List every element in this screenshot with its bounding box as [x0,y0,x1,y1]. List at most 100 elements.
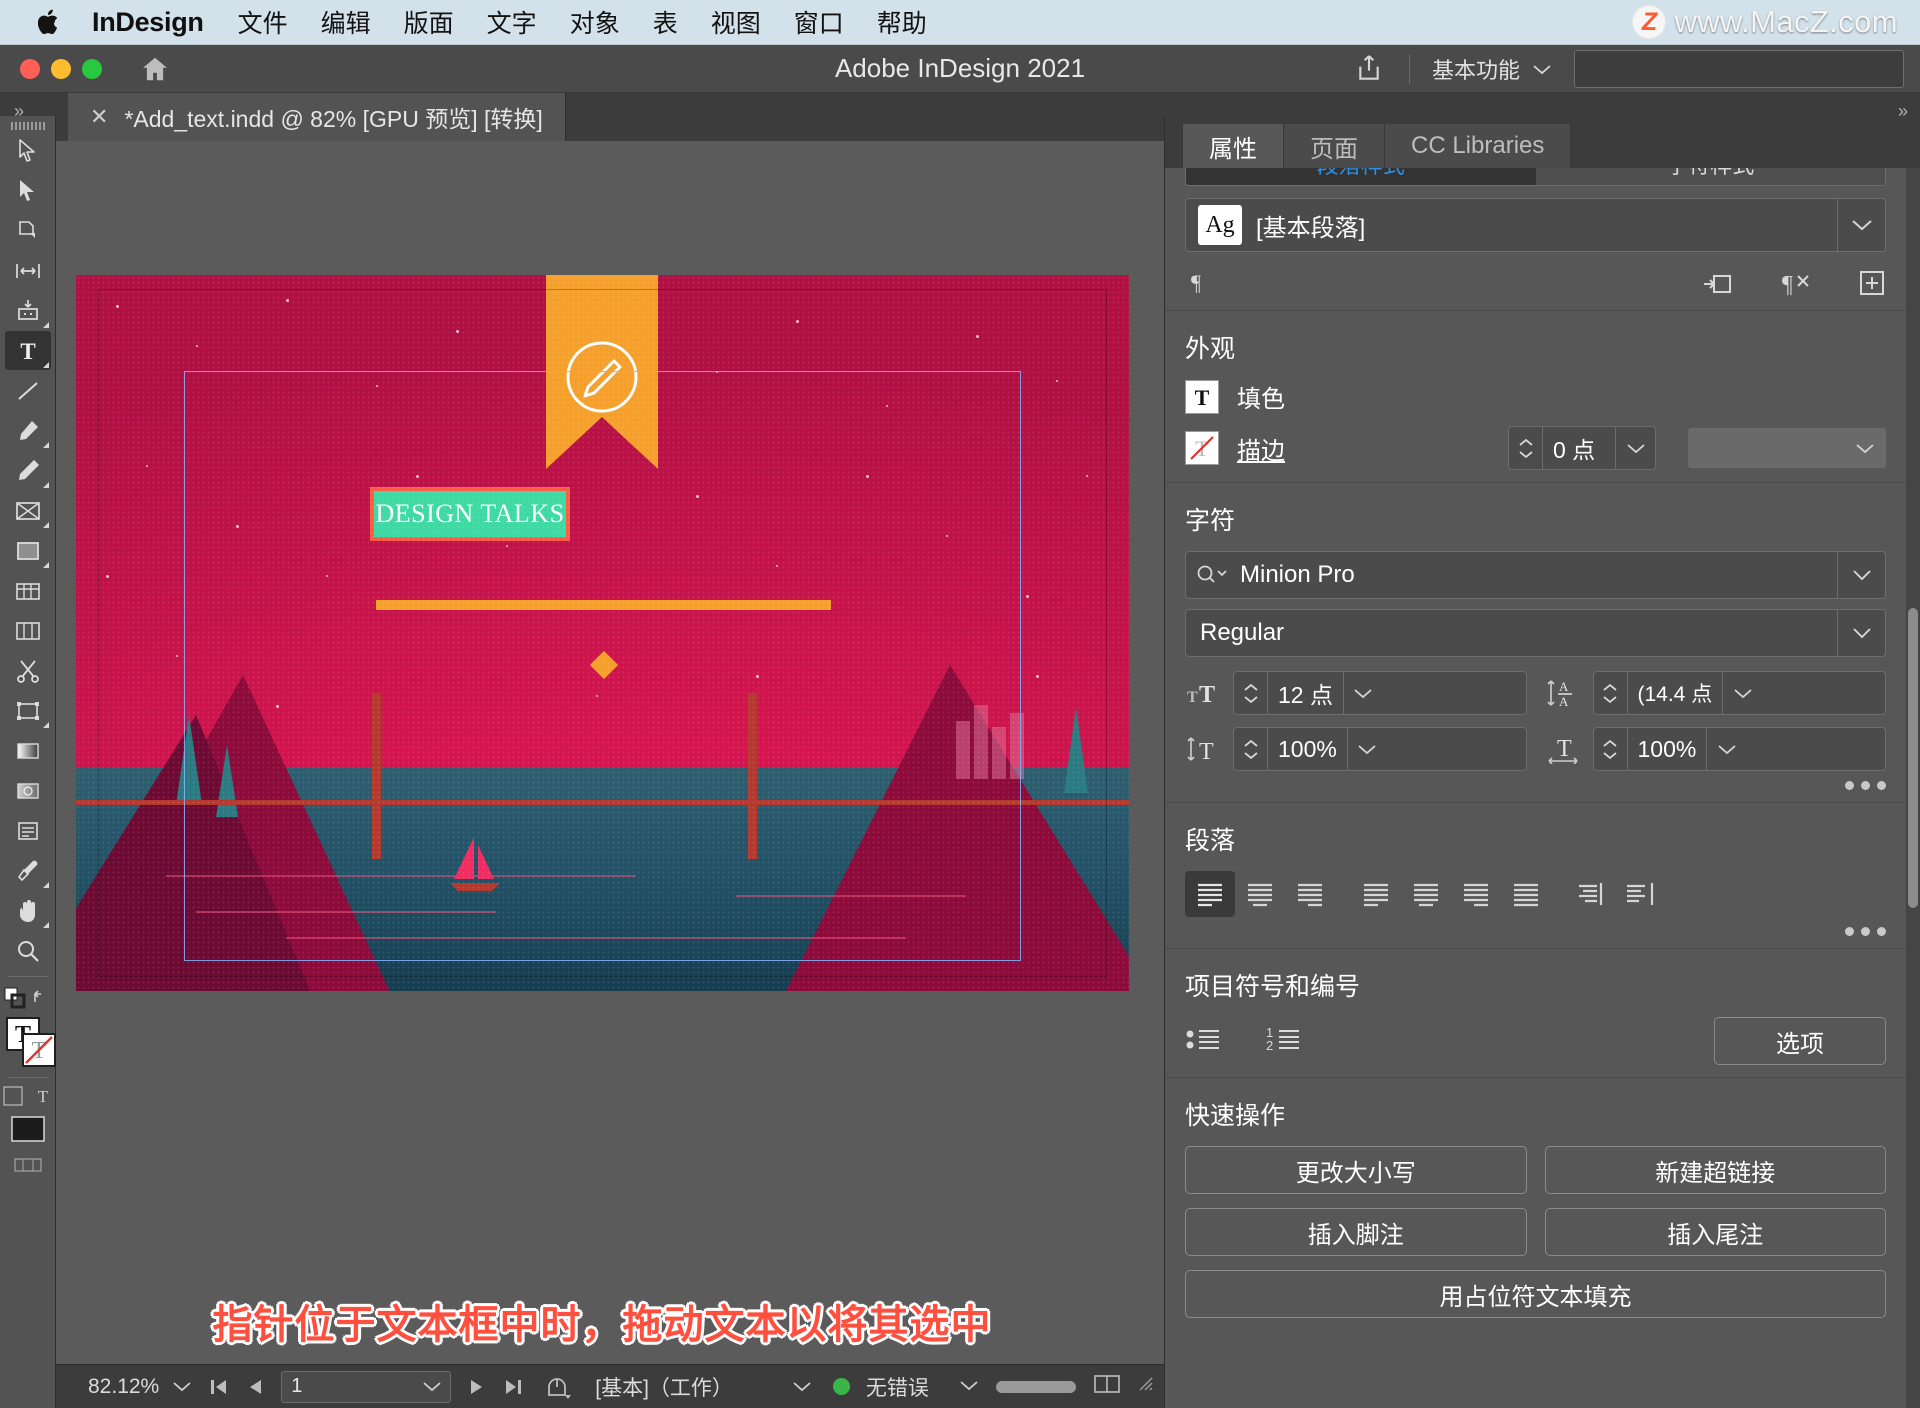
toolbar-grip[interactable] [10,122,45,130]
justify-right-button[interactable] [1451,871,1501,917]
chevron-down-icon[interactable] [1706,728,1746,770]
workspace-selector[interactable]: 基本功能 [1432,53,1552,85]
stroke-swatch[interactable]: T [21,1033,56,1067]
stroke-weight-stepper[interactable]: 0 点 [1508,426,1656,470]
tab-properties[interactable]: 属性 [1183,124,1284,168]
numbered-list-icon[interactable]: 12 [1265,1024,1307,1059]
apple-logo-icon[interactable] [36,7,62,37]
resize-grip-icon[interactable] [1138,1376,1154,1397]
justify-center-button[interactable] [1401,871,1451,917]
align-toward-spine-button[interactable] [1565,871,1615,917]
character-styles-toggle[interactable]: 字符样式 [1535,168,1885,185]
gradient-swatch-tool[interactable] [5,731,51,770]
content-collector-tool[interactable] [5,291,51,330]
menu-app-name[interactable]: InDesign [92,7,204,38]
canvas-horizontal-scroll-thumb[interactable] [996,1380,1076,1393]
direct-selection-tool[interactable] [5,171,51,210]
menu-file[interactable]: 文件 [238,4,288,40]
search-input[interactable] [1574,49,1904,88]
table-tool[interactable] [5,571,51,610]
line-tool[interactable] [5,371,51,410]
chevron-down-icon[interactable] [1342,672,1383,714]
tool-expand-corner[interactable] [42,922,49,928]
stroke-type-dropdown[interactable] [1688,428,1886,468]
selection-tool[interactable] [5,131,51,170]
fill-stroke-swatches[interactable]: T T [2,1015,56,1071]
insert-into-frame-icon[interactable] [1702,268,1734,298]
fill-row[interactable]: T 填色 [1185,379,1886,414]
close-icon[interactable]: ✕ [90,104,108,130]
justify-all-button[interactable] [1501,871,1551,917]
type-tool[interactable]: T [4,331,51,370]
menu-table[interactable]: 表 [653,4,678,40]
vertical-scale-control[interactable]: T 100% [1185,727,1527,771]
document-canvas[interactable]: DESIGN TALKS [56,141,1164,1364]
vertical-scale-stepper[interactable]: 100% [1233,727,1527,771]
tool-expand-corner[interactable] [42,442,49,448]
last-page-button[interactable] [503,1377,523,1397]
stroke-none-icon[interactable]: T [1185,431,1219,465]
gradient-feather-tool[interactable] [5,771,51,810]
stepper-arrows-icon[interactable] [1594,672,1628,714]
new-hyperlink-button[interactable]: 新建超链接 [1544,1146,1886,1194]
home-icon[interactable] [140,54,170,84]
artboard[interactable]: DESIGN TALKS [76,275,1129,991]
chevron-down-icon[interactable] [1837,610,1885,656]
gap-tool[interactable] [5,251,51,290]
align-center-button[interactable] [1235,871,1285,917]
leading-control[interactable]: A A (14.4 点 [1545,671,1886,715]
tool-expand-corner[interactable] [42,362,49,368]
tool-expand-corner[interactable] [42,482,49,488]
change-case-button[interactable]: 更改大小写 [1185,1146,1527,1194]
character-more-options-icon[interactable] [1185,781,1886,790]
paragraph-styles-toggle[interactable]: 段落样式 [1186,168,1536,185]
font-family-combo[interactable]: Minion Pro [1185,551,1886,599]
panel-vertical-scroll-thumb[interactable] [1908,608,1918,908]
chevron-down-icon[interactable] [1346,728,1387,770]
menu-layout[interactable]: 版面 [404,4,454,40]
apply-mode-buttons[interactable]: T [3,1086,53,1106]
menu-object[interactable]: 对象 [570,4,620,40]
align-right-button[interactable] [1285,871,1335,917]
share-icon[interactable] [1353,52,1387,86]
tab-pages[interactable]: 页面 [1284,124,1385,168]
horizontal-scale-stepper[interactable]: 100% [1592,727,1886,771]
preflight-icon[interactable] [545,1375,572,1399]
align-away-spine-button[interactable] [1615,871,1665,917]
font-size-control[interactable]: T T 12 点 [1185,671,1527,715]
first-page-button[interactable] [209,1377,229,1397]
clear-overrides-icon[interactable]: ¶ [1780,268,1812,298]
stepper-arrows-icon[interactable] [1234,728,1268,770]
tab-cc-libraries[interactable]: CC Libraries [1385,124,1572,168]
stepper-arrows-icon[interactable] [1234,672,1268,714]
panel-vertical-scrollbar[interactable] [1906,168,1920,1408]
menu-type[interactable]: 文字 [487,4,537,40]
horizontal-scale-control[interactable]: T 100% [1545,727,1886,771]
bulleted-list-icon[interactable] [1185,1024,1227,1059]
preflight-dropdown-icon[interactable] [960,1378,978,1396]
chevron-down-icon[interactable] [1837,552,1885,598]
new-style-icon[interactable] [1858,269,1886,297]
menu-edit[interactable]: 编辑 [321,4,371,40]
tool-expand-corner[interactable] [42,522,49,528]
leading-stepper[interactable]: (14.4 点 [1592,671,1886,715]
align-left-button[interactable] [1185,871,1235,917]
chevron-down-icon[interactable] [793,1381,811,1392]
eyedropper-tool[interactable] [5,851,51,890]
document-tab[interactable]: ✕ *Add_text.indd @ 82% [GPU 预览] [转换] [68,93,566,141]
chevron-down-icon[interactable] [1722,672,1762,714]
maximize-window-button[interactable] [82,58,102,79]
menu-help[interactable]: 帮助 [877,4,927,40]
paragraph-more-options-icon[interactable] [1185,927,1886,936]
chevron-down-icon[interactable] [1615,427,1655,469]
page-tool[interactable] [5,211,51,250]
master-page-selector[interactable]: [基本]（工作） [595,1372,811,1402]
insert-footnote-button[interactable]: 插入脚注 [1185,1208,1527,1256]
stepper-arrows-icon[interactable] [1509,427,1543,469]
frame-tool[interactable] [5,491,51,530]
rectangle-tool[interactable] [5,531,51,570]
minimize-window-button[interactable] [51,58,71,79]
tool-expand-corner[interactable] [42,322,49,328]
zoom-tool[interactable] [5,931,51,970]
style-type-toggle[interactable]: 段落样式 字符样式 [1185,168,1886,186]
